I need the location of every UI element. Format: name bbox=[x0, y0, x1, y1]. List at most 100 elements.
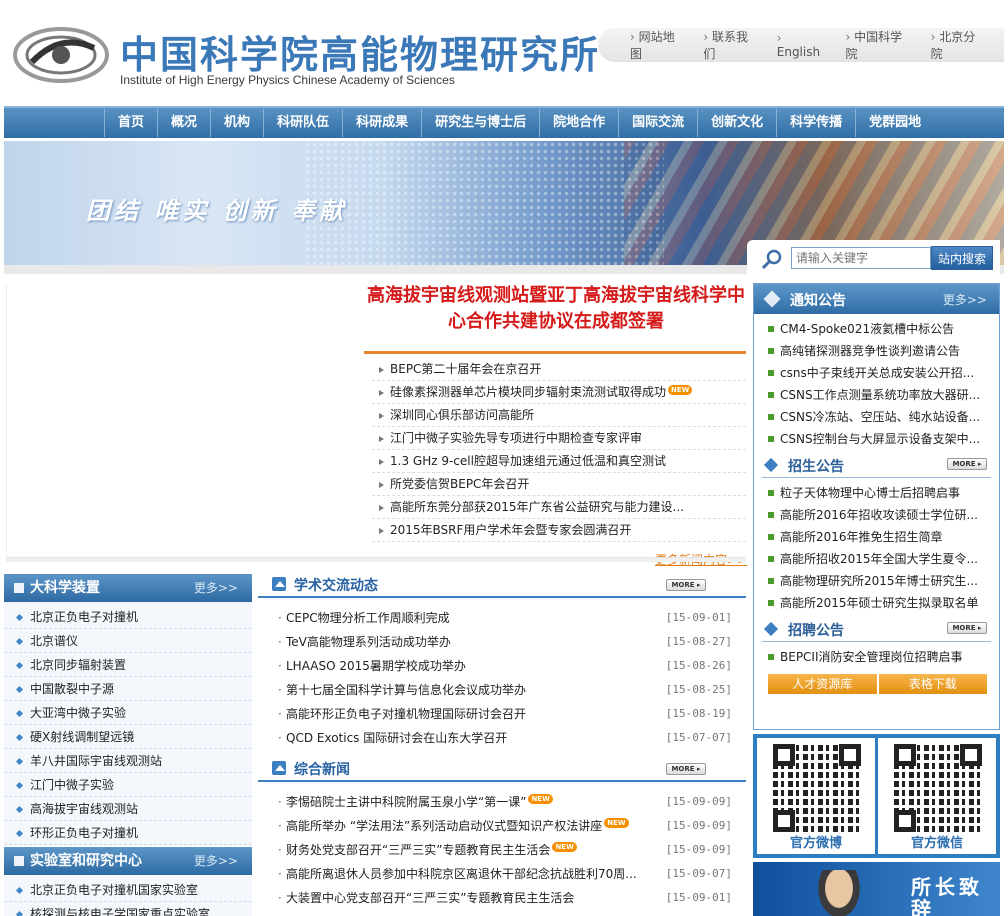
list-item[interactable]: 羊八井国际宇宙线观测站 bbox=[4, 749, 252, 773]
list-item[interactable]: 核探测与核电子学国家重点实验室 bbox=[4, 902, 252, 916]
recruit-buttons: 人才资源库 表格下载 bbox=[768, 674, 989, 694]
logo-chinese-title[interactable]: 中国科学院高能物理研究所 bbox=[120, 24, 600, 79]
list-item[interactable]: LHAASO 2015暑期学校成功举办[15-08-26] bbox=[258, 654, 746, 678]
facilities-more-link[interactable]: 更多>> bbox=[194, 574, 238, 602]
list-item[interactable]: BEPCII消防安全管理岗位招聘启事 bbox=[754, 646, 993, 668]
list-item[interactable]: 高能所2015年硕士研究生拟录取名单 bbox=[754, 592, 993, 614]
logo-english-title[interactable]: Institute of High Energy Physics Chinese… bbox=[120, 73, 455, 87]
list-item[interactable]: 江门中微子实验先导专项进行中期检查专家评审 bbox=[372, 427, 746, 450]
list-item[interactable]: 高能所东莞分部获2015年广东省公益研究与能力建设... bbox=[372, 496, 746, 519]
director-speech-banner[interactable]: 所长致辞 bbox=[753, 862, 1000, 916]
ihep-logo-icon[interactable] bbox=[12, 22, 110, 88]
list-item[interactable]: 高能所2016年推免生招生简章 bbox=[754, 526, 993, 548]
list-item[interactable]: CSNS冷冻站、空压站、纯水站设备... bbox=[754, 406, 993, 428]
english-link[interactable]: English bbox=[777, 31, 828, 59]
site-header: 中国科学院高能物理研究所 Institute of High Energy Ph… bbox=[0, 0, 1008, 105]
admission-title: 招生公告 bbox=[788, 459, 844, 475]
list-item[interactable]: 北京同步辐射装置 bbox=[4, 653, 252, 677]
list-item[interactable]: CM4-Spoke021液氦槽中标公告 bbox=[754, 318, 993, 340]
headline-news[interactable]: 高海拔宇宙线观测站暨亚丁高海拔宇宙线科学中心合作共建协议在成都签署 bbox=[366, 283, 746, 335]
qr-corner bbox=[839, 744, 861, 766]
notice-more-link[interactable]: 更多>> bbox=[943, 291, 987, 308]
list-item[interactable]: 高能所离退休人员参加中科院京区离退休干部纪念抗战胜利70周...[15-09-0… bbox=[258, 862, 746, 886]
news-photo[interactable] bbox=[6, 285, 362, 555]
search-button[interactable]: 站内搜索 bbox=[931, 246, 993, 270]
list-item[interactable]: 中国散裂中子源 bbox=[4, 677, 252, 701]
list-item[interactable]: 北京正负电子对撞机 bbox=[4, 605, 252, 629]
list-item[interactable]: 所党委信贺BEPC年会召开 bbox=[372, 473, 746, 496]
list-item[interactable]: 高纯锗探测器竞争性谈判邀请公告 bbox=[754, 340, 993, 362]
list-item[interactable]: 粒子天体物理中心博士后招聘启事 bbox=[754, 482, 993, 504]
list-item[interactable]: 北京正负电子对撞机国家实验室 bbox=[4, 878, 252, 902]
list-item[interactable]: 大亚湾中微子实验 bbox=[4, 701, 252, 725]
list-item[interactable]: 环形正负电子对撞机 bbox=[4, 821, 252, 845]
list-item[interactable]: 第十七届全国科学计算与信息化会议成功举办[15-08-25] bbox=[258, 678, 746, 702]
search-icon bbox=[761, 249, 782, 270]
nav-overview[interactable]: 概况 bbox=[157, 109, 210, 137]
list-item[interactable]: CSNS控制台与大屏显示设备支架中... bbox=[754, 428, 993, 450]
list-item[interactable]: 高海拔宇宙线观测站 bbox=[4, 797, 252, 821]
list-item[interactable]: 高能环形正负电子对撞机物理国际研讨会召开[15-08-19] bbox=[258, 702, 746, 726]
list-item[interactable]: CSNS工作点测量系统功率放大器研... bbox=[754, 384, 993, 406]
admission-more-button[interactable]: MORE ▸ bbox=[947, 458, 987, 470]
list-item[interactable]: 2015年BSRF用户学术年会暨专家会圆满召开 bbox=[372, 519, 746, 542]
list-item[interactable]: 李惕碚院士主讲中科院附属玉泉小学“第一课”NEW[15-09-09] bbox=[258, 790, 746, 814]
list-item[interactable]: 高能物理研究所2015年博士研究生... bbox=[754, 570, 993, 592]
qr-corner bbox=[960, 744, 982, 766]
list-item[interactable]: TeV高能物理系列活动成功举办[15-08-27] bbox=[258, 630, 746, 654]
nav-achievements[interactable]: 科研成果 bbox=[342, 109, 421, 137]
nav-outreach[interactable]: 科学传播 bbox=[776, 109, 855, 137]
banner-slogan: 团结 唯实 创新 奉献 bbox=[86, 197, 348, 225]
nav-organization[interactable]: 机构 bbox=[210, 109, 263, 137]
list-item[interactable]: 高能所招收2015年全国大学生夏令... bbox=[754, 548, 993, 570]
list-item[interactable]: BEPC第二十届年会在京召开 bbox=[372, 358, 746, 381]
list-item[interactable]: 大装置中心党支部召开“三严三实”专题教育民主生活会[15-09-01] bbox=[258, 886, 746, 910]
list-item[interactable]: 财务处党支部召开“三严三实”专题教育民主生活会NEW[15-09-09] bbox=[258, 838, 746, 862]
list-item[interactable]: 江门中微子实验 bbox=[4, 773, 252, 797]
labs-more-link[interactable]: 更多>> bbox=[194, 847, 238, 875]
nav-research-team[interactable]: 科研队伍 bbox=[263, 109, 342, 137]
beijing-branch-link[interactable]: 北京分院 bbox=[931, 28, 986, 62]
new-badge: NEW bbox=[604, 818, 629, 828]
talent-pool-button[interactable]: 人才资源库 bbox=[768, 674, 877, 694]
list-item[interactable]: 硬X射线调制望远镜 bbox=[4, 725, 252, 749]
nav-international[interactable]: 国际交流 bbox=[618, 109, 697, 137]
academic-more-button[interactable]: MORE ▸ bbox=[666, 579, 706, 591]
list-item[interactable]: 高能所举办 “学法用法”系列活动启动仪式暨知识产权法讲座NEW[15-09-09… bbox=[258, 814, 746, 838]
list-item[interactable]: 高能所2016年招收攻读硕士学位研... bbox=[754, 504, 993, 526]
list-item[interactable]: CEPC物理分析工作周顺利完成[15-09-01] bbox=[258, 606, 746, 630]
nav-party[interactable]: 党群园地 bbox=[855, 109, 934, 137]
cas-link[interactable]: 中国科学院 bbox=[846, 28, 913, 62]
list-item[interactable]: csns中子束线开关总成安装公开招... bbox=[754, 362, 993, 384]
top-links: 网站地图 联系我们 English 中国科学院 北京分院 bbox=[598, 28, 1004, 62]
form-download-button[interactable]: 表格下载 bbox=[878, 674, 987, 694]
section-icon bbox=[272, 761, 286, 775]
sitemap-link[interactable]: 网站地图 bbox=[630, 28, 685, 62]
recruit-more-button[interactable]: MORE ▸ bbox=[947, 622, 987, 634]
qr-corner bbox=[773, 810, 795, 832]
list-item[interactable]: 深圳同心俱乐部访问高能所 bbox=[372, 404, 746, 427]
wechat-qr[interactable]: 官方微信 bbox=[878, 738, 996, 854]
general-news-title: 综合新闻 bbox=[294, 762, 350, 778]
section-icon bbox=[272, 577, 286, 591]
list-item[interactable]: 1.3 GHz 9-cell腔超导加速组元通过低温和真空测试 bbox=[372, 450, 746, 473]
nav-culture[interactable]: 创新文化 bbox=[697, 109, 776, 137]
qr-corner bbox=[894, 810, 916, 832]
contact-link[interactable]: 联系我们 bbox=[703, 28, 758, 62]
search-input[interactable] bbox=[791, 247, 931, 269]
nav-cooperation[interactable]: 院地合作 bbox=[539, 109, 618, 137]
list-item[interactable]: QCD Exotics 国际研讨会在山东大学召开[15-07-07] bbox=[258, 726, 746, 750]
nav-graduate-postdoc[interactable]: 研究生与博士后 bbox=[421, 109, 539, 137]
notices-panel: 通知公告 更多>> CM4-Spoke021液氦槽中标公告 高纯锗探测器竞争性谈… bbox=[753, 283, 1000, 730]
headline-rule bbox=[364, 351, 746, 354]
facilities-title: 大科学装置 bbox=[30, 580, 100, 596]
director-speech-label: 所长致辞 bbox=[911, 875, 983, 916]
qr-corner bbox=[773, 744, 795, 766]
nav-home[interactable]: 首页 bbox=[104, 109, 157, 137]
weibo-qr[interactable]: 官方微博 bbox=[757, 738, 875, 854]
general-news-more-button[interactable]: MORE ▸ bbox=[666, 763, 706, 775]
main-nav: 首页 概况 机构 科研队伍 科研成果 研究生与博士后 院地合作 国际交流 创新文… bbox=[4, 106, 1004, 138]
list-item[interactable]: 北京谱仪 bbox=[4, 629, 252, 653]
list-item[interactable]: 硅像素探测器单芯片模块同步辐射束流测试取得成功 NEW bbox=[372, 381, 746, 404]
section-square-icon bbox=[14, 856, 24, 866]
